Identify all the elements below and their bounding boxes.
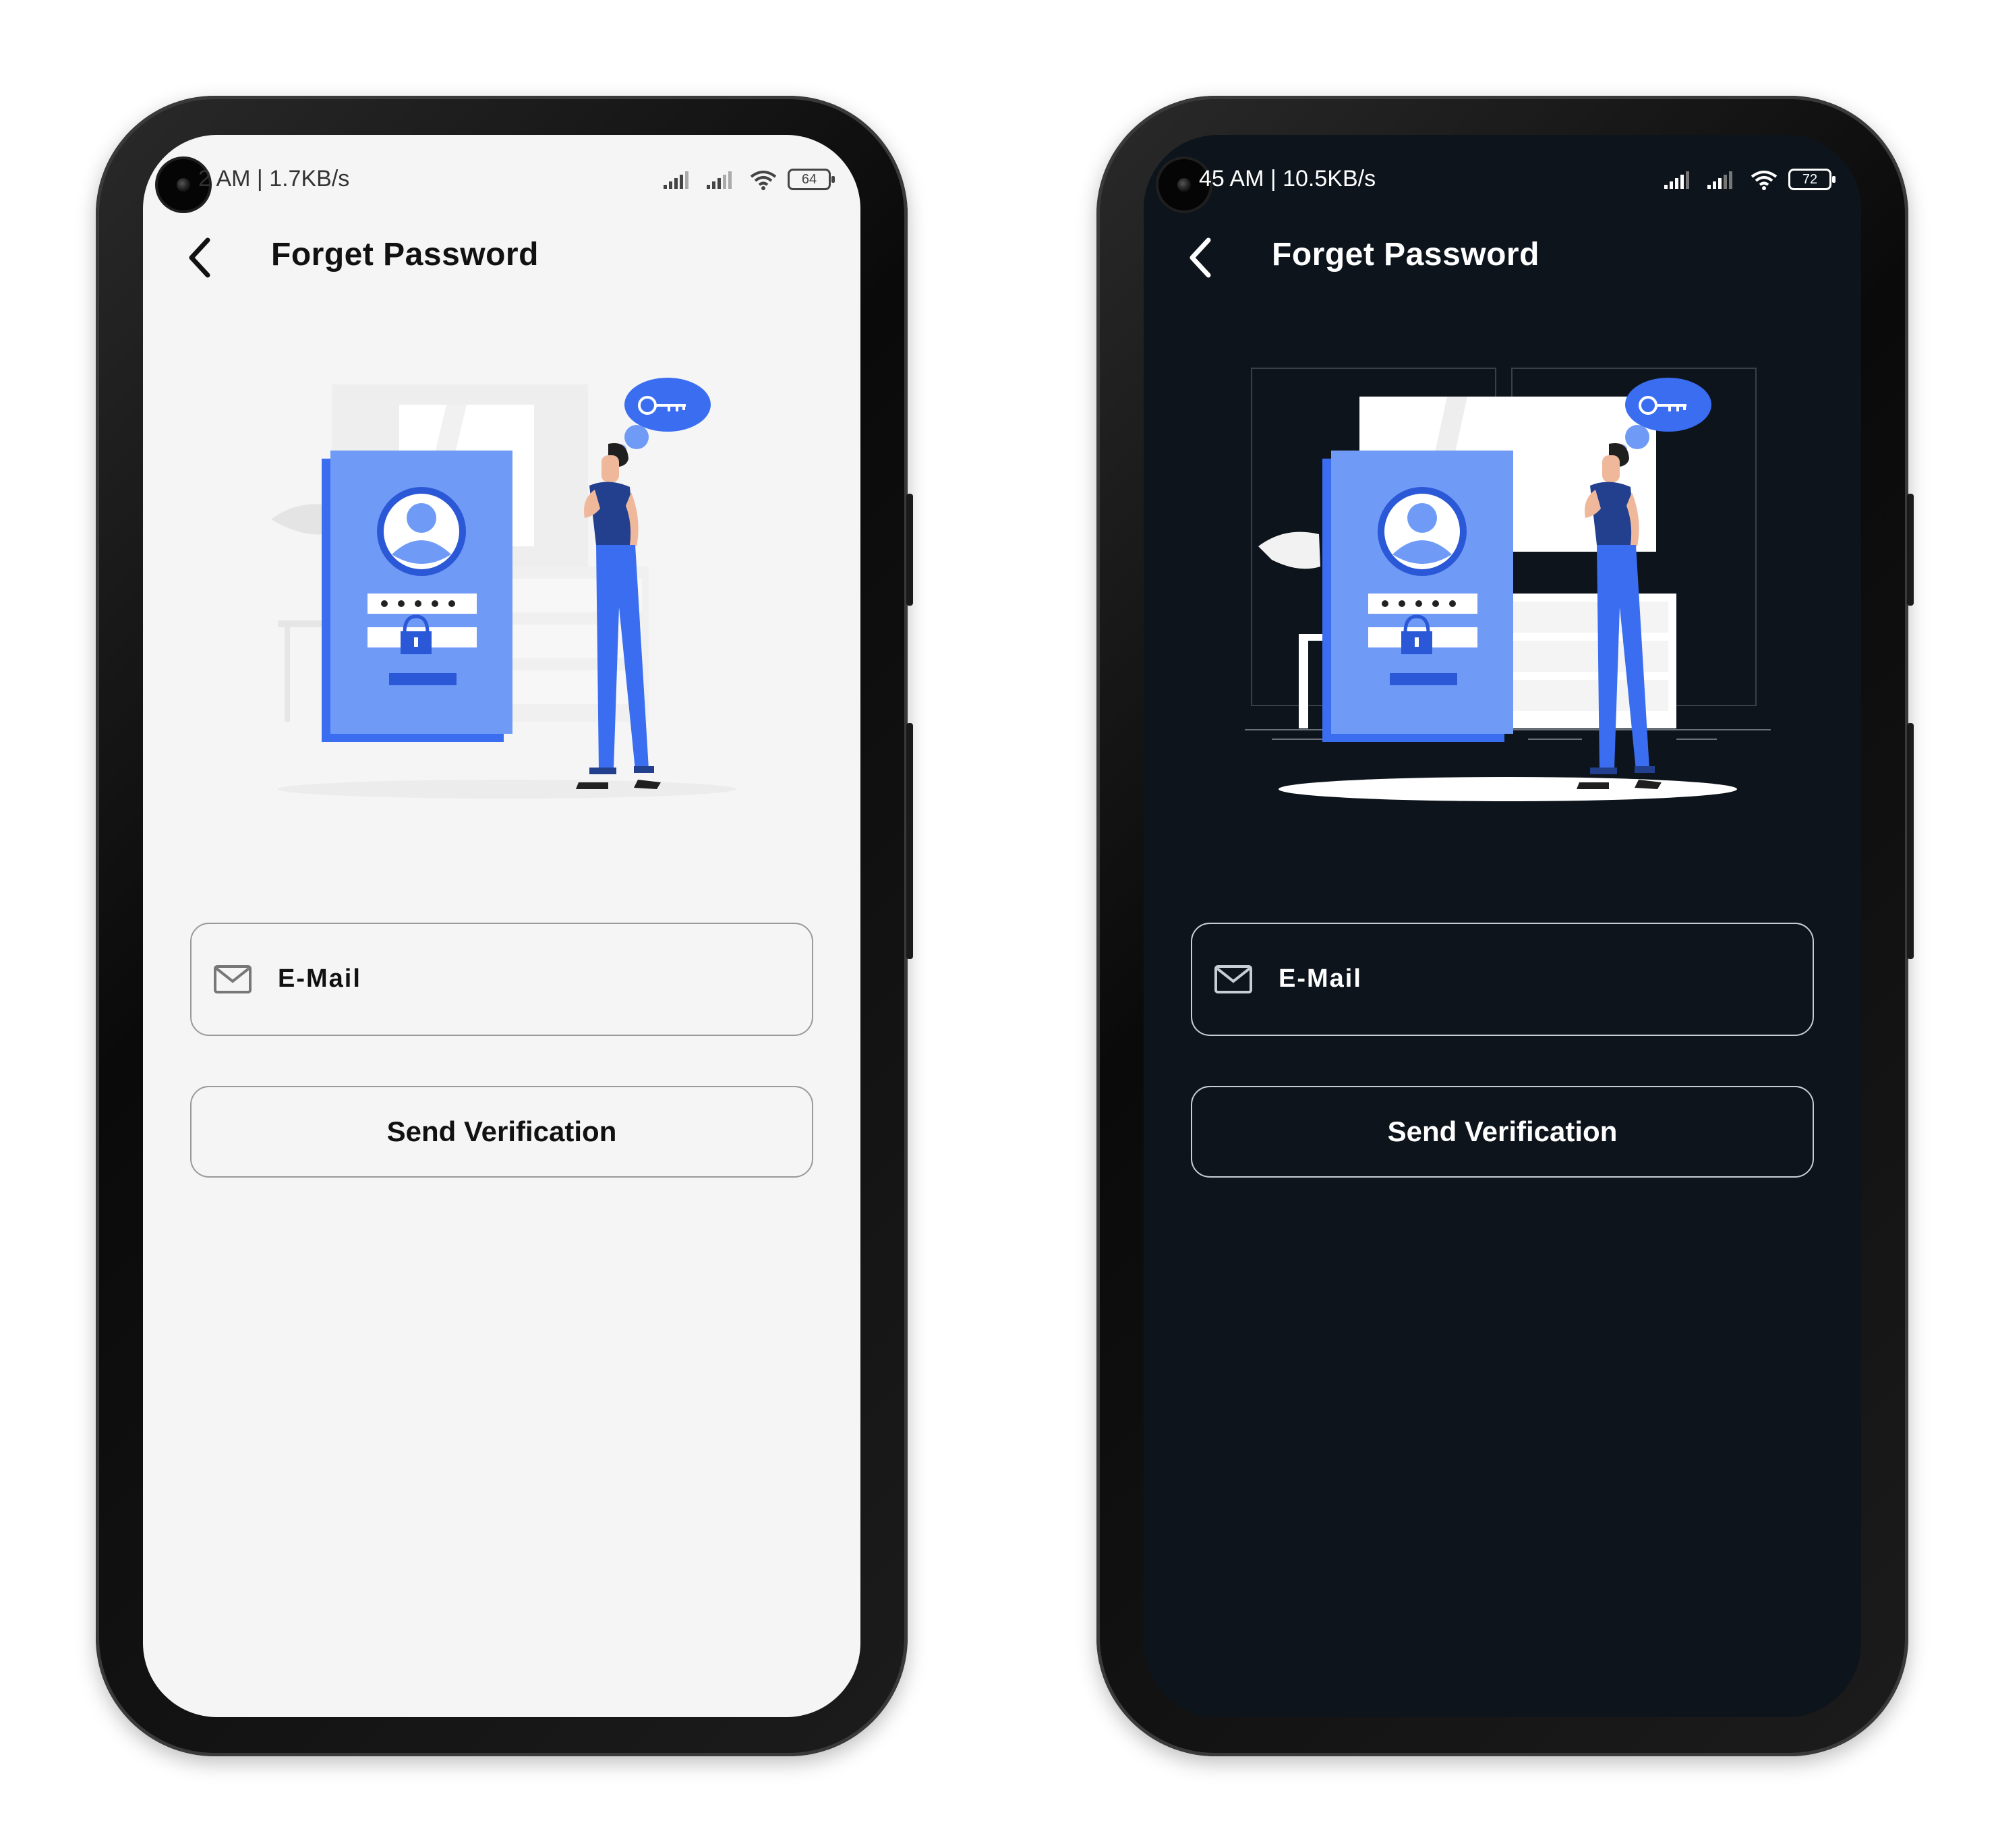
phone-dark: 45 AM | 10.5KB/s 72 Forget Password E-Ma… [1096,96,1914,1756]
signal-icon [664,171,688,189]
signal-icon-2 [707,171,732,189]
wifi-icon [750,171,777,190]
status-icons: 72 [1663,169,1836,190]
battery-indicator: 64 [788,169,835,190]
power-button [1907,723,1914,959]
forgot-password-illustration [271,378,736,799]
back-arrow-icon[interactable] [1179,231,1219,285]
battery-indicator: 72 [1788,169,1836,190]
forgot-password-illustration [1245,368,1771,801]
screen-dark: 45 AM | 10.5KB/s 72 Forget Password E-Ma… [1144,135,1861,1717]
signal-icon-2 [1707,171,1732,189]
screen-light: 2 AM | 1.7KB/s 64 Forget Password E-Mail… [143,135,860,1717]
send-verification-button[interactable]: Send Verification [1191,1086,1814,1178]
send-verification-button[interactable]: Send Verification [190,1086,813,1178]
status-bar-text: 2 AM | 1.7KB/s [198,166,350,192]
mail-icon [214,965,252,993]
email-field-label: E-Mail [1279,964,1362,993]
email-field[interactable]: E-Mail [1191,923,1814,1036]
volume-button [1907,494,1914,606]
email-field[interactable]: E-Mail [190,923,813,1036]
page-title: Forget Password [1272,237,1539,272]
mail-icon [1214,965,1252,993]
signal-icon [1664,171,1689,189]
power-button [906,723,913,959]
back-arrow-icon[interactable] [178,231,218,285]
status-bar-text: 45 AM | 10.5KB/s [1199,166,1376,192]
volume-button [906,494,913,606]
phone-light: 2 AM | 1.7KB/s 64 Forget Password E-Mail… [96,96,913,1756]
wifi-icon [1751,171,1778,190]
email-field-label: E-Mail [278,964,361,993]
page-title: Forget Password [271,237,539,272]
status-icons: 64 [662,169,835,190]
